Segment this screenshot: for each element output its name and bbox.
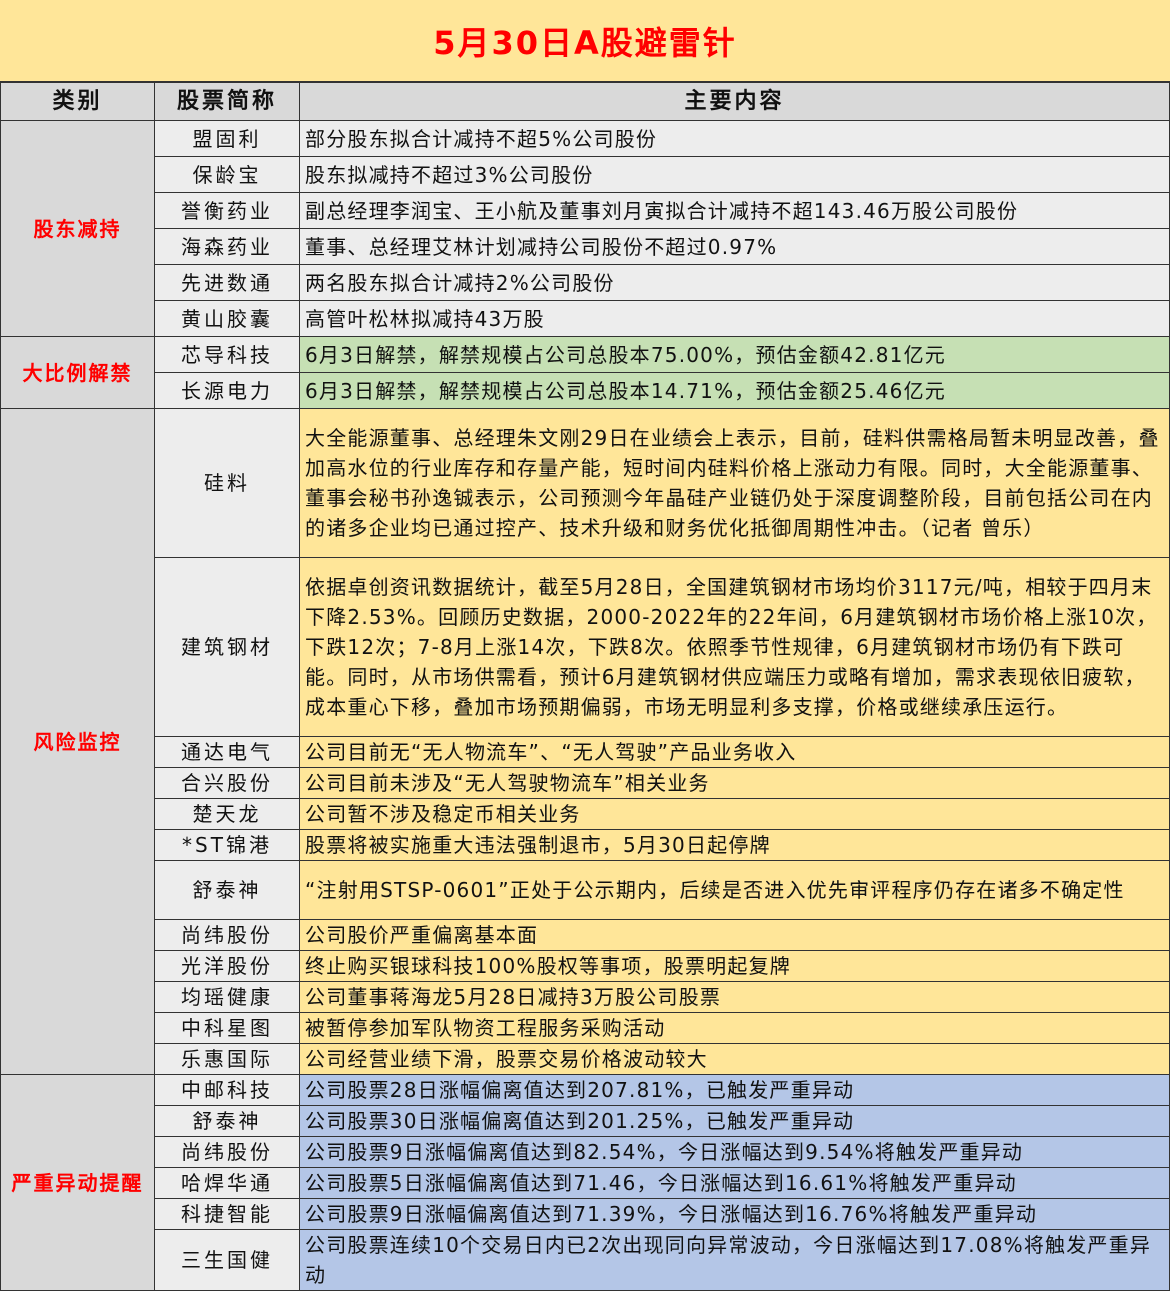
table-row: 誉衡药业 副总经理李润宝、王小航及董事刘月寅拟合计减持不超143.46万股公司股份 xyxy=(1,192,1170,229)
category-cell: 股东减持 xyxy=(0,120,155,337)
content-cell: 公司目前未涉及“无人驾驶物流车”相关业务 xyxy=(299,767,1170,799)
table-row: 严重异动提醒 中邮科技 公司股票28日涨幅偏离值达到207.81%，已触发严重异动 xyxy=(0,1074,1170,1291)
stock-name-cell: 誉衡药业 xyxy=(154,192,300,229)
table-row: 海森药业 董事、总经理艾林计划减持公司股份不超过0.97% xyxy=(1,228,1170,265)
table-row: 建筑钢材 依据卓创资讯数据统计，截至5月28日，全国建筑钢材市场均价3117元/吨… xyxy=(1,557,1170,737)
content-cell: 大全能源董事、总经理朱文刚29日在业绩会上表示，目前，硅料供需格局暂未明显改善，… xyxy=(299,408,1170,558)
stock-name-cell: 通达电气 xyxy=(154,736,300,768)
table-header-row: 类别 股票简称 主要内容 xyxy=(0,82,1170,121)
stock-name-cell: 尚纬股份 xyxy=(154,919,300,951)
page-title: 5月30日A股避雷针 xyxy=(0,0,1170,82)
content-cell: 股票将被实施重大违法强制退市，5月30日起停牌 xyxy=(299,829,1170,861)
stock-name-cell: 楚天龙 xyxy=(154,798,300,830)
stock-name-cell: 舒泰神 xyxy=(154,1105,300,1137)
content-cell: 公司暂不涉及稳定币相关业务 xyxy=(299,798,1170,830)
risk-table: 类别 股票简称 主要内容 股东减持 盟固利 部分股东拟合计减持不超5%公司股份 保龄宝… xyxy=(0,82,1170,1291)
table-row: 大比例解禁 芯导科技 6月3日解禁，解禁规模占公司总股本75.00%，预估金额42.… xyxy=(0,336,1170,409)
table-row: 黄山胶囊 高管叶松林拟减持43万股 xyxy=(1,300,1170,337)
table-body: 股东减持 盟固利 部分股东拟合计减持不超5%公司股份 保龄宝 股东拟减持不超过3%公司股… xyxy=(0,120,1170,1291)
content-cell: 公司经营业绩下滑，股票交易价格波动较大 xyxy=(299,1043,1170,1075)
category-cell: 风险监控 xyxy=(0,408,155,1075)
stock-name-cell: 三生国健 xyxy=(154,1229,300,1291)
table-row: 通达电气 公司目前无“无人物流车”、“无人驾驶”产品业务收入 xyxy=(1,736,1170,768)
content-cell: 两名股东拟合计减持2%公司股份 xyxy=(299,264,1170,301)
stock-name-cell: 舒泰神 xyxy=(154,860,300,920)
content-cell: 公司股票9日涨幅偏离值达到82.54%，今日涨幅达到9.54%将触发严重异动 xyxy=(299,1136,1170,1168)
content-cell: 公司股票9日涨幅偏离值达到71.39%，今日涨幅达到16.76%将触发严重异动 xyxy=(299,1198,1170,1230)
table-row: 哈焊华通 公司股票5日涨幅偏离值达到71.46，今日涨幅达到16.61%将触发严重… xyxy=(1,1167,1170,1199)
stock-name-cell: 先进数通 xyxy=(154,264,300,301)
table-row: 三生国健 公司股票连续10个交易日内已2次出现同向异常波动，今日涨幅达到17.08… xyxy=(1,1229,1170,1291)
content-cell: 公司目前无“无人物流车”、“无人驾驶”产品业务收入 xyxy=(299,736,1170,768)
table-row: 科捷智能 公司股票9日涨幅偏离值达到71.39%，今日涨幅达到16.76%将触发严… xyxy=(1,1198,1170,1230)
content-cell: 股东拟减持不超过3%公司股份 xyxy=(299,156,1170,193)
stock-name-cell: 光洋股份 xyxy=(154,950,300,982)
content-cell: 公司股票30日涨幅偏离值达到201.25%，已触发严重异动 xyxy=(299,1105,1170,1137)
content-cell: 被暂停参加军队物资工程服务采购活动 xyxy=(299,1012,1170,1044)
content-cell: 终止购买银球科技100%股权等事项，股票明起复牌 xyxy=(299,950,1170,982)
table-row: 风险监控 硅料 大全能源董事、总经理朱文刚29日在业绩会上表示，目前，硅料供需格局暂… xyxy=(0,408,1170,1075)
table-row: 长源电力 6月3日解禁，解禁规模占公司总股本14.71%，预估金额25.46亿元 xyxy=(1,372,1170,409)
content-cell: 公司股价严重偏离基本面 xyxy=(299,919,1170,951)
content-cell: 董事、总经理艾林计划减持公司股份不超过0.97% xyxy=(299,228,1170,265)
category-cell: 严重异动提醒 xyxy=(0,1074,155,1291)
content-cell: 高管叶松林拟减持43万股 xyxy=(299,300,1170,337)
header-stock-name: 股票简称 xyxy=(154,82,300,121)
stock-name-cell: 合兴股份 xyxy=(154,767,300,799)
table-row: 光洋股份 终止购买银球科技100%股权等事项，股票明起复牌 xyxy=(1,950,1170,982)
content-cell: 6月3日解禁，解禁规模占公司总股本75.00%，预估金额42.81亿元 xyxy=(299,336,1170,373)
stock-name-cell: *ST锦港 xyxy=(154,829,300,861)
table-row: 尚纬股份 公司股票9日涨幅偏离值达到82.54%，今日涨幅达到9.54%将触发严重… xyxy=(1,1136,1170,1168)
stock-name-cell: 乐惠国际 xyxy=(154,1043,300,1075)
stock-name-cell: 硅料 xyxy=(154,408,300,558)
table-row: 舒泰神 “注射用STSP-0601”正处于公示期内，后续是否进入优先审评程序仍存在… xyxy=(1,860,1170,920)
header-category: 类别 xyxy=(0,82,155,121)
content-cell: 公司股票连续10个交易日内已2次出现同向异常波动，今日涨幅达到17.08%将触发… xyxy=(299,1229,1170,1291)
stock-name-cell: 保龄宝 xyxy=(154,156,300,193)
content-cell: 副总经理李润宝、王小航及董事刘月寅拟合计减持不超143.46万股公司股份 xyxy=(299,192,1170,229)
content-cell: 部分股东拟合计减持不超5%公司股份 xyxy=(299,120,1170,157)
content-cell: 公司董事蒋海龙5月28日减持3万股公司股票 xyxy=(299,981,1170,1013)
content-cell: 6月3日解禁，解禁规模占公司总股本14.71%，预估金额25.46亿元 xyxy=(299,372,1170,409)
stock-name-cell: 中邮科技 xyxy=(154,1074,300,1106)
content-cell: 公司股票28日涨幅偏离值达到207.81%，已触发严重异动 xyxy=(299,1074,1170,1106)
table-row: 均瑶健康 公司董事蒋海龙5月28日减持3万股公司股票 xyxy=(1,981,1170,1013)
content-cell: “注射用STSP-0601”正处于公示期内，后续是否进入优先审评程序仍存在诸多不… xyxy=(299,860,1170,920)
table-row: *ST锦港 股票将被实施重大违法强制退市，5月30日起停牌 xyxy=(1,829,1170,861)
table-row: 楚天龙 公司暂不涉及稳定币相关业务 xyxy=(1,798,1170,830)
table-row: 先进数通 两名股东拟合计减持2%公司股份 xyxy=(1,264,1170,301)
stock-name-cell: 均瑶健康 xyxy=(154,981,300,1013)
stock-name-cell: 芯导科技 xyxy=(154,336,300,373)
stock-name-cell: 盟固利 xyxy=(154,120,300,157)
stock-name-cell: 科捷智能 xyxy=(154,1198,300,1230)
header-content: 主要内容 xyxy=(299,82,1170,121)
content-cell: 依据卓创资讯数据统计，截至5月28日，全国建筑钢材市场均价3117元/吨，相较于… xyxy=(299,557,1170,737)
table-row: 中科星图 被暂停参加军队物资工程服务采购活动 xyxy=(1,1012,1170,1044)
table-row: 乐惠国际 公司经营业绩下滑，股票交易价格波动较大 xyxy=(1,1043,1170,1075)
category-cell: 大比例解禁 xyxy=(0,336,155,409)
table-row: 股东减持 盟固利 部分股东拟合计减持不超5%公司股份 xyxy=(0,120,1170,337)
content-cell: 公司股票5日涨幅偏离值达到71.46，今日涨幅达到16.61%将触发严重异动 xyxy=(299,1167,1170,1199)
stock-name-cell: 长源电力 xyxy=(154,372,300,409)
stock-name-cell: 哈焊华通 xyxy=(154,1167,300,1199)
stock-name-cell: 海森药业 xyxy=(154,228,300,265)
table-row: 舒泰神 公司股票30日涨幅偏离值达到201.25%，已触发严重异动 xyxy=(1,1105,1170,1137)
table-row: 尚纬股份 公司股价严重偏离基本面 xyxy=(1,919,1170,951)
stock-name-cell: 尚纬股份 xyxy=(154,1136,300,1168)
table-row: 保龄宝 股东拟减持不超过3%公司股份 xyxy=(1,156,1170,193)
stock-name-cell: 黄山胶囊 xyxy=(154,300,300,337)
table-row: 合兴股份 公司目前未涉及“无人驾驶物流车”相关业务 xyxy=(1,767,1170,799)
stock-name-cell: 建筑钢材 xyxy=(154,557,300,737)
stock-name-cell: 中科星图 xyxy=(154,1012,300,1044)
